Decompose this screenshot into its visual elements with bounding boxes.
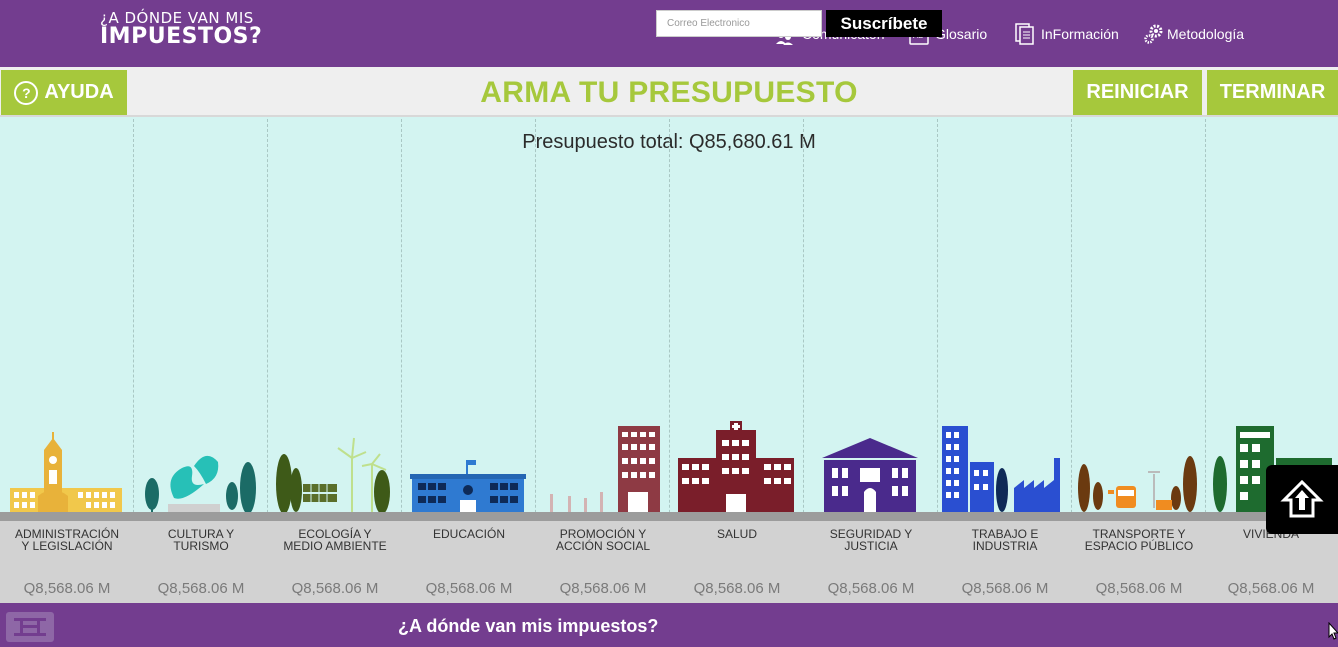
nav-label: Metodología — [1167, 25, 1245, 42]
help-icon: ? — [14, 80, 39, 105]
category-amount: Q8,568.06 M — [157, 580, 245, 597]
site-logo[interactable]: ¿A DÓNDE VAN MIS IMPUESTOS? — [100, 10, 262, 48]
culture-fountain-illustration[interactable] — [134, 418, 268, 514]
logo-line2: IMPUESTOS? — [100, 24, 263, 49]
document-icon — [1015, 22, 1035, 45]
help-label: AYUDA — [44, 81, 114, 103]
house-arrow-icon — [1280, 479, 1324, 517]
category-amount: Q8,568.06 M — [425, 580, 513, 597]
category-amount: Q8,568.06 M — [559, 580, 647, 597]
reset-button[interactable]: REINICIAR — [1073, 70, 1202, 115]
category-name: TRANSPORTE Y ESPACIO PÚBLICO — [1084, 527, 1194, 553]
nav-informacion[interactable]: InFormación — [1015, 0, 1119, 67]
category-name: TRABAJO E INDUSTRIA — [971, 527, 1039, 553]
hospital-building-illustration[interactable] — [670, 418, 804, 514]
category-name: EDUCACIÓN — [432, 527, 505, 541]
help-button[interactable]: ? AYUDA — [1, 70, 127, 115]
category-educacion[interactable]: EDUCACIÓN Q8,568.06 M — [402, 521, 536, 603]
category-name: ECOLOGÍA Y MEDIO AMBIENTE — [283, 527, 387, 553]
nav-label: InFormación — [1041, 25, 1119, 42]
ecology-windmill-illustration[interactable] — [268, 418, 402, 514]
subscribe-button[interactable]: Suscríbete — [826, 10, 942, 37]
footer-question: ¿A dónde van mis impuestos? — [398, 616, 659, 636]
logo-mark-icon — [14, 618, 46, 636]
category-name: PROMOCIÓN Y ACCIÓN SOCIAL — [555, 527, 651, 553]
category-amount: Q8,568.06 M — [693, 580, 781, 597]
category-name: CULTURA Y TURISMO — [167, 527, 235, 553]
home-upload-button[interactable] — [1266, 465, 1338, 534]
email-field[interactable] — [656, 10, 822, 37]
footer-logo[interactable] — [6, 612, 54, 642]
finish-button[interactable]: TERMINAR — [1207, 70, 1338, 115]
category-transporte[interactable]: TRANSPORTE Y ESPACIO PÚBLICO Q8,568.06 M — [1072, 521, 1206, 603]
factory-illustration[interactable] — [938, 418, 1072, 514]
category-name: ADMINISTRACIÓN Y LEGISLACIÓN — [14, 527, 119, 553]
category-promocion[interactable]: PROMOCIÓN Y ACCIÓN SOCIAL Q8,568.06 M — [536, 521, 670, 603]
category-amount: Q8,568.06 M — [291, 580, 379, 597]
category-trabajo[interactable]: TRABAJO E INDUSTRIA Q8,568.06 M — [938, 521, 1072, 603]
category-amount: Q8,568.06 M — [1095, 580, 1183, 597]
gears-icon — [1143, 23, 1165, 45]
category-seguridad[interactable]: SEGURIDAD Y JUSTICIA Q8,568.06 M — [804, 521, 938, 603]
category-amount: Q8,568.06 M — [23, 580, 111, 597]
courthouse-illustration[interactable] — [804, 418, 938, 514]
category-name: SEGURIDAD Y JUSTICIA — [829, 527, 913, 553]
category-ecologia[interactable]: ECOLOGÍA Y MEDIO AMBIENTE Q8,568.06 M — [268, 521, 402, 603]
mouse-cursor-icon — [1328, 622, 1338, 640]
category-amount: Q8,568.06 M — [827, 580, 915, 597]
category-name: SALUD — [716, 527, 757, 541]
category-administracion[interactable]: ADMINISTRACIÓN Y LEGISLACIÓN Q8,568.06 M — [0, 521, 134, 603]
ground-strip — [0, 512, 1338, 521]
category-amount: Q8,568.06 M — [1227, 580, 1315, 597]
social-building-illustration[interactable] — [536, 418, 670, 514]
transport-illustration[interactable] — [1072, 418, 1206, 514]
category-cultura[interactable]: CULTURA Y TURISMO Q8,568.06 M — [134, 521, 268, 603]
nav-label: Glosario — [935, 25, 988, 42]
government-building-illustration[interactable] — [0, 418, 134, 514]
nav-metodologia[interactable]: Metodología — [1143, 0, 1244, 67]
footer: ¿A dónde van mis impuestos? — [0, 603, 1338, 647]
category-amount: Q8,568.06 M — [961, 580, 1049, 597]
school-building-illustration[interactable] — [402, 418, 536, 514]
category-salud[interactable]: SALUD Q8,568.06 M — [670, 521, 804, 603]
